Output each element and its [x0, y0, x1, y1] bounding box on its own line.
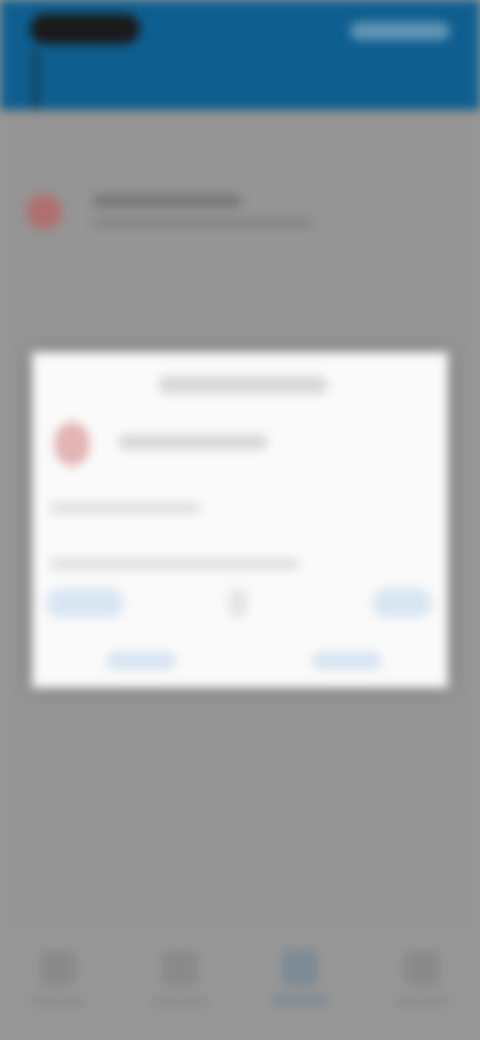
- nav-label-3: [272, 996, 328, 1006]
- list-item-subtitle: [92, 218, 312, 228]
- app-icon: [54, 422, 90, 466]
- dialog-option-right[interactable]: [372, 588, 432, 618]
- dialog-confirm-button[interactable]: [312, 652, 382, 670]
- list-item-title: [92, 194, 242, 208]
- app-screen: [0, 0, 480, 1040]
- nav-icon-4[interactable]: [404, 950, 440, 986]
- dialog: [32, 352, 448, 688]
- status-bar-right: [350, 22, 450, 40]
- bottom-navigation: [0, 930, 480, 1040]
- dialog-cancel-button[interactable]: [106, 652, 176, 670]
- back-button[interactable]: [34, 50, 37, 110]
- nav-icon-2[interactable]: [162, 950, 198, 986]
- dialog-text-1: [50, 502, 200, 514]
- list-item[interactable]: [0, 170, 480, 260]
- nav-label-1: [30, 996, 86, 1006]
- nav-icon-1[interactable]: [40, 950, 76, 986]
- dialog-text-2: [50, 558, 300, 570]
- status-bar-left: [30, 14, 140, 44]
- dialog-app-name: [118, 434, 268, 450]
- avatar: [26, 194, 62, 230]
- nav-label-2: [152, 996, 208, 1006]
- dialog-option-left[interactable]: [46, 588, 124, 618]
- dialog-title: [158, 376, 328, 394]
- nav-icon-3[interactable]: [282, 950, 318, 986]
- dialog-option-middle[interactable]: [228, 588, 248, 618]
- app-header: [0, 0, 480, 110]
- nav-label-4: [394, 996, 450, 1006]
